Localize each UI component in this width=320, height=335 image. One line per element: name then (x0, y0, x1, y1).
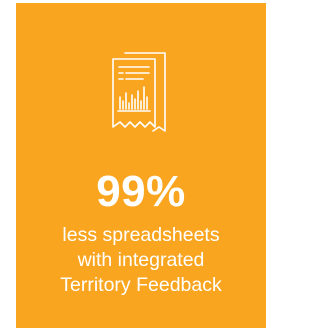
caption-line: with integrated (77, 249, 205, 271)
caption-line: Territory Feedback (60, 274, 222, 296)
caption-line: less spreadsheets (62, 224, 220, 246)
spreadsheet-report-icon (99, 45, 183, 141)
stat-caption: less spreadsheets with integrated Territ… (16, 223, 266, 298)
stat-card: 99% less spreadsheets with integrated Te… (16, 3, 266, 328)
stat-value: 99% (96, 167, 186, 216)
